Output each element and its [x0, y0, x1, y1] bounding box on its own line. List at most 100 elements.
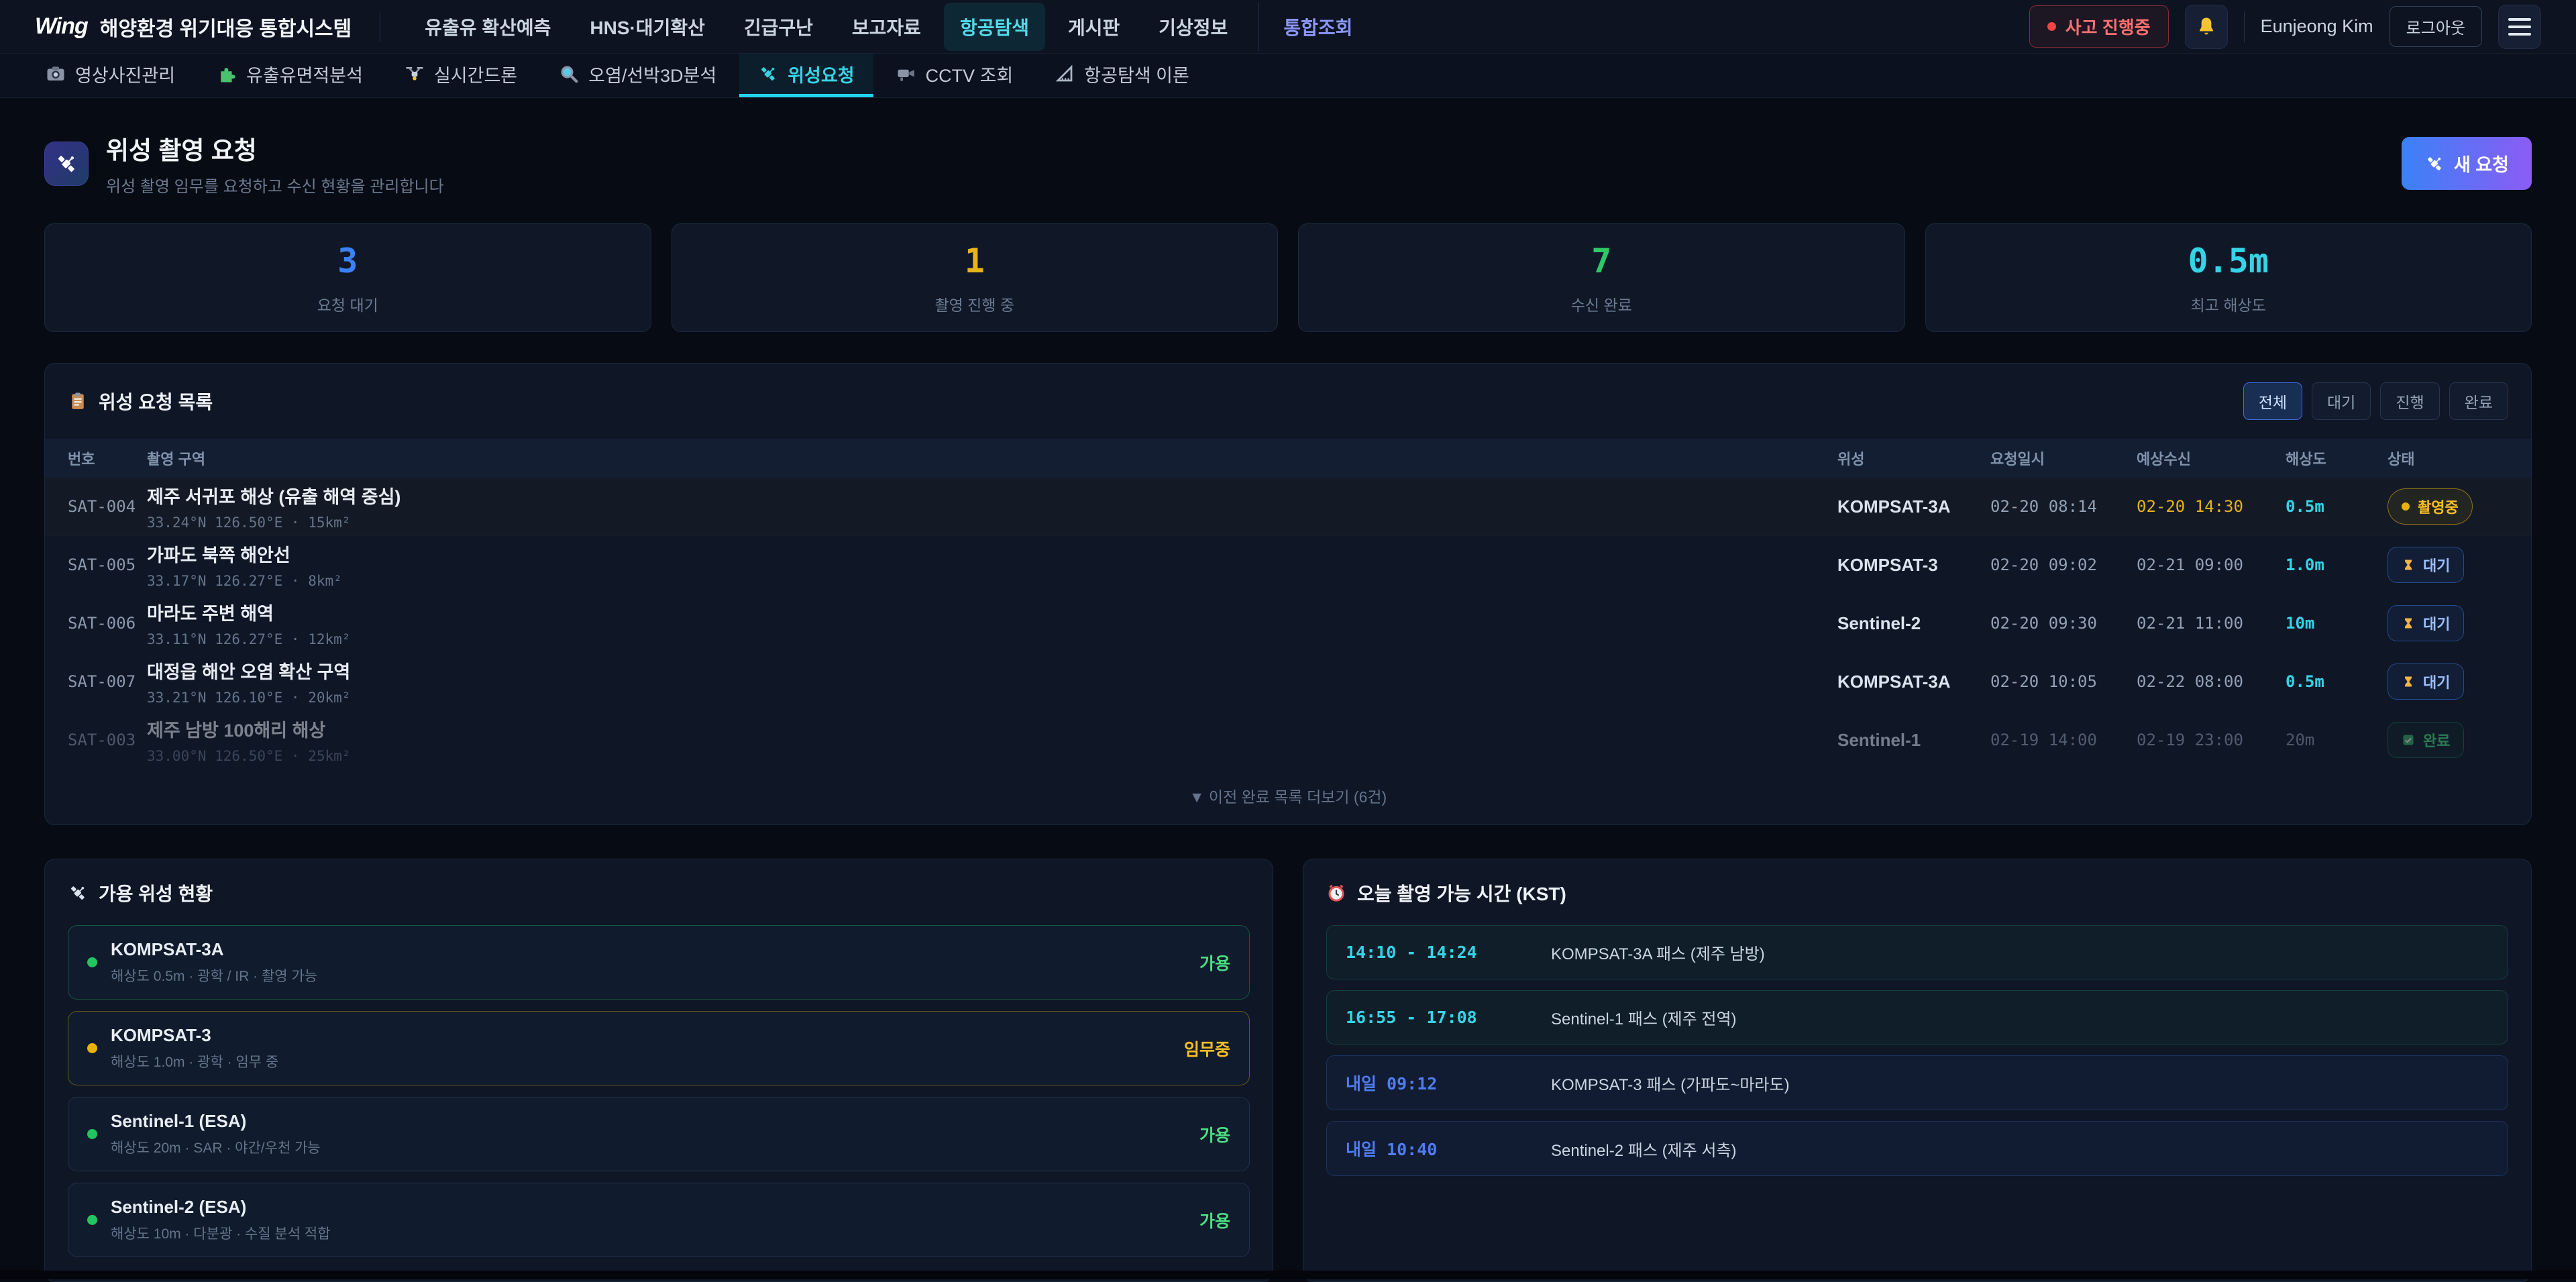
area-coords: 33.17°N 126.27°E · 8km² [147, 573, 1837, 589]
request-list-panel: 위성 요청 목록 전체 대기 진행 완료 번호 촬영 구역 위성 요청일시 예상… [44, 363, 2532, 825]
table-row[interactable]: SAT-003 제주 남방 100해리 해상 33.00°N 126.50°E … [45, 711, 2531, 769]
request-id: SAT-004 [68, 497, 147, 516]
area-name: 가파도 북쪽 해안선 [147, 541, 1837, 567]
resolution: 10m [2286, 614, 2387, 633]
available-satellites-title: 가용 위성 현황 [68, 879, 1250, 906]
satellite-name: KOMPSAT-3 [1837, 555, 1990, 576]
requested-time: 02-20 10:05 [1990, 672, 2137, 691]
stat-value: 3 [52, 242, 644, 280]
requested-time: 02-20 08:14 [1990, 497, 2137, 516]
main-content: 위성 촬영 요청 위성 촬영 임무를 요청하고 수신 현황을 관리합니다 새 요… [0, 130, 2576, 1282]
notifications-button[interactable] [2185, 5, 2228, 49]
hourglass-icon [2402, 675, 2415, 688]
pass-row[interactable]: 내일 10:40 Sentinel-2 패스 (제주 서측) [1326, 1121, 2508, 1176]
pass-row[interactable]: 16:55 - 17:08 Sentinel-1 패스 (제주 전역) [1326, 990, 2508, 1045]
satellite-info: Sentinel-1 (ESA) 해상도 20m · SAR · 야간/우천 가… [111, 1111, 321, 1157]
status-dot-green [87, 957, 97, 967]
hourglass-icon [2402, 558, 2415, 572]
brand[interactable]: Wing 해양환경 위기대응 통합시스템 [35, 12, 352, 42]
page-icon [44, 142, 89, 186]
request-id: SAT-003 [68, 731, 147, 749]
pass-row[interactable]: 내일 09:12 KOMPSAT-3 패스 (가파도~마라도) [1326, 1055, 2508, 1110]
table-row[interactable]: SAT-005 가파도 북쪽 해안선 33.17°N 126.27°E · 8k… [45, 536, 2531, 594]
pass-time: 내일 09:12 [1346, 1071, 1534, 1095]
table-row[interactable]: SAT-004 제주 서귀포 해상 (유출 해역 중심) 33.24°N 126… [45, 478, 2531, 536]
satellite-card[interactable]: KOMPSAT-3A 해상도 0.5m · 광학 / IR · 촬영 가능 가용 [68, 925, 1250, 1000]
tab-pollution-ship-3d[interactable]: 오염/선박3D분석 [540, 54, 735, 97]
nav-item-reports[interactable]: 보고자료 [836, 3, 937, 51]
nav-item-integrated-search[interactable]: 통합조회 [1258, 3, 1368, 51]
satellite-name: Sentinel-1 (ESA) [111, 1111, 321, 1132]
request-list-title-text: 위성 요청 목록 [99, 388, 213, 415]
satellite-name: Sentinel-2 [1837, 613, 1990, 634]
table-header: 번호 촬영 구역 위성 요청일시 예상수신 해상도 상태 [45, 439, 2531, 478]
stat-label: 최고 해상도 [1933, 292, 2525, 315]
nav-item-rescue[interactable]: 긴급구난 [728, 3, 829, 51]
stat-value: 7 [1305, 242, 1898, 280]
status-label: 대기 [2423, 671, 2450, 692]
satellite-icon [68, 883, 88, 903]
satellite-name: KOMPSAT-3A [1837, 672, 1990, 692]
status-cell: 대기 [2387, 663, 2508, 700]
tab-image-photo-management[interactable]: 영상사진관리 [27, 54, 194, 97]
logout-button[interactable]: 로그아웃 [2390, 6, 2482, 47]
drone-icon [405, 64, 425, 84]
satellite-name: KOMPSAT-3 [111, 1025, 278, 1046]
tab-realtime-drone[interactable]: 실시간드론 [386, 54, 536, 97]
request-id: SAT-005 [68, 555, 147, 574]
status-dot-green [87, 1215, 97, 1225]
area-coords: 33.11°N 126.27°E · 12km² [147, 631, 1837, 647]
clipboard-icon [68, 391, 88, 411]
page-title-block: 위성 촬영 요청 위성 촬영 임무를 요청하고 수신 현황을 관리합니다 [106, 130, 444, 197]
tab-oil-area-analysis[interactable]: 유출유면적분석 [198, 54, 382, 97]
satellite-name: Sentinel-1 [1837, 730, 1990, 751]
nav-item-board[interactable]: 게시판 [1052, 3, 1136, 51]
table-row[interactable]: SAT-006 마라도 주변 해역 33.11°N 126.27°E · 12k… [45, 594, 2531, 653]
menu-button[interactable] [2498, 5, 2541, 49]
red-dot-icon [2047, 22, 2056, 31]
nav-item-oil-spill[interactable]: 유출유 확산예측 [409, 3, 567, 51]
area-coords: 33.00°N 126.50°E · 25km² [147, 748, 1837, 764]
resolution: 0.5m [2286, 497, 2387, 516]
tab-label: 유출유면적분석 [246, 61, 363, 87]
available-satellites-title-text: 가용 위성 현황 [99, 879, 213, 906]
status-badge: 대기 [2387, 605, 2464, 641]
satellite-icon [758, 64, 778, 84]
filter-waiting[interactable]: 대기 [2312, 382, 2371, 420]
nav-item-hns[interactable]: HNS·대기확산 [574, 3, 720, 51]
satellite-state: 임무중 [1184, 1036, 1230, 1061]
satellite-card[interactable]: Sentinel-1 (ESA) 해상도 20m · SAR · 야간/우천 가… [68, 1097, 1250, 1171]
status-badge: 대기 [2387, 663, 2464, 700]
pass-row[interactable]: 14:10 - 14:24 KOMPSAT-3A 패스 (제주 남방) [1326, 925, 2508, 979]
satellite-info: KOMPSAT-3 해상도 1.0m · 광학 · 임무 중 [111, 1025, 278, 1071]
satellite-card[interactable]: KOMPSAT-3 해상도 1.0m · 광학 · 임무 중 임무중 [68, 1011, 1250, 1085]
filter-all[interactable]: 전체 [2243, 382, 2302, 420]
tab-label: 위성요청 [788, 61, 854, 87]
area-name: 마라도 주변 해역 [147, 599, 1837, 625]
pass-times-panel: 오늘 촬영 가능 시간 (KST) 14:10 - 14:24 KOMPSAT-… [1303, 859, 2532, 1282]
bottom-strip [0, 1271, 2576, 1279]
requested-time: 02-19 14:00 [1990, 731, 2137, 749]
hamburger-icon [2508, 18, 2531, 36]
area-coords: 33.24°N 126.50°E · 15km² [147, 515, 1837, 531]
tab-cctv[interactable]: CCTV 조회 [877, 54, 1032, 97]
incident-status-badge[interactable]: 사고 진행중 [2029, 5, 2169, 48]
expected-time: 02-20 14:30 [2137, 497, 2286, 516]
pass-desc: Sentinel-2 패스 (제주 서측) [1551, 1137, 1737, 1161]
table-row[interactable]: SAT-007 대정읍 해안 오염 확산 구역 33.21°N 126.10°E… [45, 653, 2531, 711]
tab-label: 항공탐색 이론 [1084, 61, 1189, 87]
filter-in-progress[interactable]: 진행 [2380, 382, 2439, 420]
status-badge: 완료 [2387, 722, 2464, 758]
satellite-card[interactable]: Sentinel-2 (ESA) 해상도 10m · 다분광 · 수질 분석 적… [68, 1183, 1250, 1257]
filter-done[interactable]: 완료 [2449, 382, 2508, 420]
tab-satellite-request[interactable]: 위성요청 [739, 54, 873, 97]
bell-icon [2195, 15, 2218, 38]
new-request-button[interactable]: 새 요청 [2402, 137, 2532, 190]
tab-aerial-search-theory[interactable]: 항공탐색 이론 [1036, 54, 1208, 97]
satellite-desc: 해상도 0.5m · 광학 / IR · 촬영 가능 [111, 965, 317, 985]
sub-navigation: 영상사진관리 유출유면적분석 실시간드론 오염/선박3D분석 위성요청 [0, 54, 2576, 98]
nav-item-aerial-search[interactable]: 항공탐색 [944, 3, 1045, 51]
show-more-link[interactable]: ▼ 이전 완료 목록 더보기 (6건) [45, 769, 2531, 824]
nav-item-weather[interactable]: 기상정보 [1142, 3, 1244, 51]
satellite-icon [54, 152, 78, 176]
